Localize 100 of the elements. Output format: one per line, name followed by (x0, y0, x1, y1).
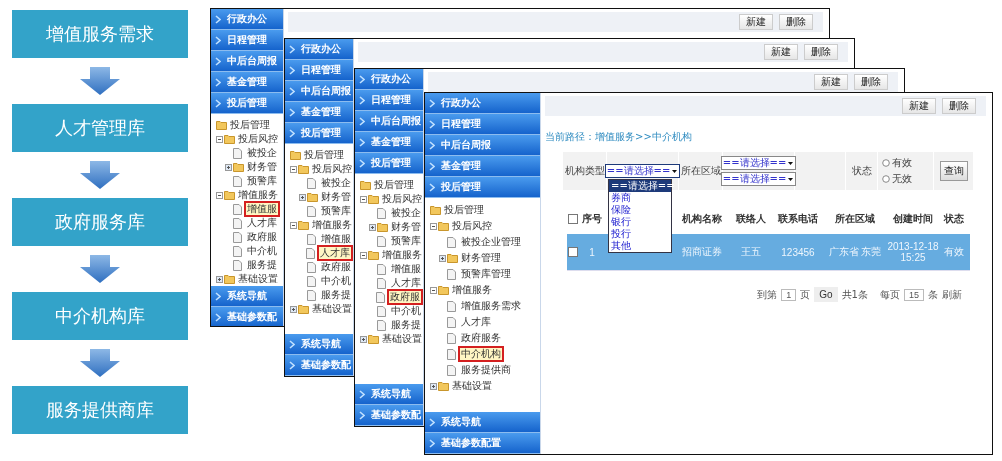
tree-item[interactable]: 被投企业管理 (461, 236, 521, 248)
status-radio[interactable]: 有效 (882, 156, 912, 170)
nav-item[interactable]: 投后管理 (211, 93, 283, 114)
tree-item[interactable]: 增值服务 (312, 219, 352, 231)
toggle-icon[interactable] (299, 193, 306, 201)
toggle-icon[interactable] (225, 163, 232, 171)
toggle-icon[interactable] (439, 254, 446, 262)
toolbar-button[interactable]: 新建 (739, 14, 773, 30)
toggle-icon[interactable] (360, 251, 367, 259)
nav-item[interactable]: 系统导航 (211, 286, 283, 307)
tree-item[interactable]: 增值服 (244, 201, 280, 217)
go-button[interactable]: Go (814, 287, 838, 302)
toggle-icon[interactable] (430, 382, 437, 390)
dropdown-option[interactable]: 其他 (611, 240, 631, 252)
nav-item[interactable]: 行政办公 (285, 39, 353, 60)
nav-item[interactable]: 中后台周报 (355, 111, 423, 132)
tree-item[interactable]: 基础设置 (382, 333, 422, 345)
tree-item[interactable]: 中介机构 (458, 346, 504, 362)
tree-item[interactable]: 投后风控 (382, 193, 422, 205)
toolbar-button[interactable]: 新建 (814, 74, 848, 90)
dropdown-option[interactable]: 券商 (611, 192, 631, 204)
page-size-input[interactable]: 15 (904, 288, 924, 301)
toolbar-button[interactable]: 删除 (804, 44, 838, 60)
tree-item[interactable]: 人才库 (317, 245, 353, 261)
tree-item[interactable]: 增值服务需求 (461, 300, 521, 312)
tree-item[interactable]: 中介机 (391, 305, 421, 317)
toggle-icon[interactable] (360, 335, 367, 343)
tree-item[interactable]: 服务提 (247, 259, 277, 271)
nav-item[interactable]: 投后管理 (285, 123, 353, 144)
toolbar-button[interactable]: 新建 (764, 44, 798, 60)
tree-item[interactable]: 政府服务 (461, 332, 501, 344)
dropdown-option[interactable]: 投行 (611, 228, 631, 240)
nav-item[interactable]: 中后台周报 (211, 51, 283, 72)
tree-item[interactable]: 人才库 (391, 277, 421, 289)
nav-item[interactable]: 系统导航 (355, 384, 423, 405)
tree-item[interactable]: 服务提供商 (461, 364, 511, 376)
tree-item[interactable]: 投后管理 (374, 179, 414, 191)
nav-item[interactable]: 投后管理 (425, 177, 540, 198)
tree-item[interactable]: 预警库 (391, 235, 421, 247)
type-select[interactable]: ==请选择== (604, 164, 681, 178)
tree-item[interactable]: 增值服 (321, 233, 351, 245)
tree-item[interactable]: 被投企 (391, 207, 421, 219)
nav-item[interactable]: 中后台周报 (285, 81, 353, 102)
tree-item[interactable]: 财务管理 (461, 252, 501, 264)
nav-item[interactable]: 系统导航 (425, 412, 540, 433)
nav-item[interactable]: 行政办公 (425, 93, 540, 114)
tree-item[interactable]: 投后管理 (304, 149, 344, 161)
tree-item[interactable]: 服务提 (321, 289, 351, 301)
nav-item[interactable]: 日程管理 (211, 30, 283, 51)
tree-item[interactable]: 人才库 (461, 316, 491, 328)
tree-item[interactable]: 被投企 (321, 177, 351, 189)
nav-item[interactable]: 日程管理 (285, 60, 353, 81)
toggle-icon[interactable] (290, 165, 297, 173)
region-select[interactable]: ==请选择== (720, 172, 797, 186)
tree-item[interactable]: 投后管理 (230, 119, 270, 131)
refresh-link[interactable]: 刷新 (942, 287, 962, 302)
tree-item[interactable]: 人才库 (247, 217, 277, 229)
tree-item[interactable]: 预警库管理 (461, 268, 511, 280)
tree-item[interactable]: 被投企 (247, 147, 277, 159)
tree-item[interactable]: 增值服 (391, 263, 421, 275)
nav-item[interactable]: 行政办公 (355, 69, 423, 90)
toggle-icon[interactable] (216, 275, 223, 283)
tree-item[interactable]: 财务管 (247, 161, 277, 173)
status-radio[interactable]: 无效 (882, 172, 912, 186)
checkbox[interactable] (568, 247, 578, 257)
toolbar-button[interactable]: 新建 (902, 98, 936, 114)
nav-item[interactable]: 日程管理 (425, 114, 540, 135)
nav-item[interactable]: 基础参数配置 (425, 433, 540, 454)
tree-item[interactable]: 增值服务 (452, 284, 492, 296)
nav-item[interactable]: 基金管理 (355, 132, 423, 153)
tree-item[interactable]: 投后风控 (238, 133, 278, 145)
toolbar-button[interactable]: 删除 (854, 74, 888, 90)
tree-item[interactable]: 基础设置 (452, 380, 492, 392)
toggle-icon[interactable] (290, 305, 297, 313)
tree-item[interactable]: 政府服 (321, 261, 351, 273)
tree-item[interactable]: 投后风控 (312, 163, 352, 175)
nav-item[interactable]: 基金管理 (211, 72, 283, 93)
toggle-icon[interactable] (369, 223, 376, 231)
page-input[interactable]: 1 (781, 288, 797, 301)
tree-item[interactable]: 预警库 (247, 175, 277, 187)
region-select[interactable]: ==请选择== (720, 156, 797, 170)
toggle-icon[interactable] (430, 222, 437, 230)
tree-item[interactable]: 政府服 (247, 231, 277, 243)
nav-item[interactable]: 中后台周报 (425, 135, 540, 156)
tree-item[interactable]: 财务管 (391, 221, 421, 233)
search-button[interactable]: 查询 (939, 161, 968, 181)
nav-item[interactable]: 基金管理 (285, 102, 353, 123)
toggle-icon[interactable] (430, 286, 437, 294)
tree-item[interactable]: 财务管 (321, 191, 351, 203)
toggle-icon[interactable] (216, 135, 223, 143)
toolbar-button[interactable]: 删除 (942, 98, 976, 114)
tree-item[interactable]: 基础设置 (238, 273, 278, 285)
tree-item[interactable]: 预警库 (321, 205, 351, 217)
tree-item[interactable]: 政府服 (387, 289, 423, 305)
dropdown-option[interactable]: 保险 (611, 204, 631, 216)
nav-item[interactable]: 基础参数配 (285, 355, 353, 376)
tree-item[interactable]: 中介机 (321, 275, 351, 287)
checkbox[interactable] (568, 214, 578, 224)
nav-item[interactable]: 投后管理 (355, 153, 423, 174)
nav-item[interactable]: 行政办公 (211, 9, 283, 30)
